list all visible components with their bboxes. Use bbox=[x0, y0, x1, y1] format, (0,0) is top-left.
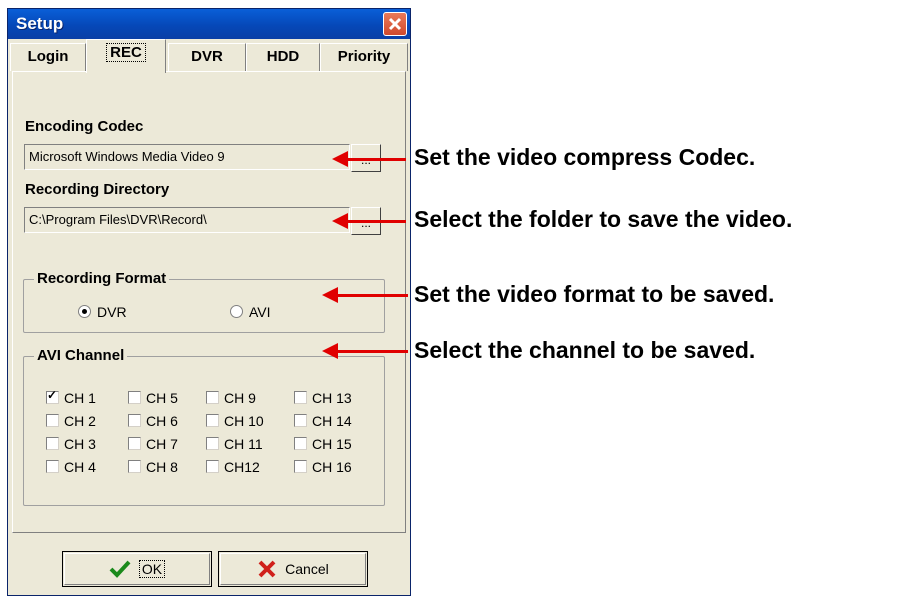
close-button[interactable] bbox=[383, 12, 407, 36]
checkbox-icon bbox=[128, 414, 141, 427]
ok-button-label: OK bbox=[138, 560, 166, 578]
recording-format-label: Recording Format bbox=[34, 270, 170, 287]
tab-hdd[interactable]: HDD bbox=[246, 43, 320, 71]
checkbox-ch6[interactable]: CH 6 bbox=[128, 413, 178, 429]
checkbox-icon bbox=[46, 414, 59, 427]
checkbox-icon bbox=[294, 460, 307, 473]
avi-channel-label: AVI Channel bbox=[34, 347, 128, 364]
checkbox-ch7[interactable]: CH 7 bbox=[128, 436, 178, 452]
tab-priority[interactable]: Priority bbox=[320, 43, 408, 71]
checkbox-ch1[interactable]: CH 1 bbox=[46, 388, 96, 406]
checkbox-icon bbox=[46, 437, 59, 450]
checkbox-ch11[interactable]: CH 11 bbox=[206, 436, 263, 452]
format-arrow-icon bbox=[322, 287, 408, 303]
avi-channel-group: AVI Channel CH 1 CH 5 CH 9 CH 13 CH 2 CH… bbox=[23, 347, 385, 506]
tab-strip: Login REC DVR HDD Priority bbox=[10, 39, 408, 73]
checkbox-ch10[interactable]: CH 10 bbox=[206, 413, 264, 429]
checkbox-ch2[interactable]: CH 2 bbox=[46, 413, 96, 429]
setup-dialog: Setup Login REC DVR HDD Priority Encodin… bbox=[7, 8, 411, 596]
cancel-x-icon bbox=[258, 560, 276, 578]
tab-dvr[interactable]: DVR bbox=[168, 43, 246, 71]
radio-unselected-icon bbox=[230, 305, 243, 318]
checkbox-icon bbox=[294, 391, 307, 404]
checkbox-icon bbox=[206, 437, 219, 450]
checkbox-ch9[interactable]: CH 9 bbox=[206, 390, 256, 406]
checkmark-icon bbox=[109, 560, 131, 578]
window-title: Setup bbox=[16, 14, 64, 33]
folder-arrow-icon bbox=[332, 213, 406, 229]
checkbox-icon bbox=[294, 437, 307, 450]
checkbox-ch3[interactable]: CH 3 bbox=[46, 436, 96, 452]
tab-login[interactable]: Login bbox=[10, 43, 86, 71]
cancel-button-content: Cancel bbox=[219, 560, 367, 578]
checkbox-icon bbox=[294, 414, 307, 427]
radio-selected-icon bbox=[78, 305, 91, 318]
checkbox-ch5[interactable]: CH 5 bbox=[128, 390, 178, 406]
codec-arrow-icon bbox=[332, 151, 406, 167]
radio-dvr[interactable]: DVR bbox=[78, 304, 127, 320]
title-bar: Setup bbox=[8, 9, 410, 39]
checkbox-ch15[interactable]: CH 15 bbox=[294, 436, 352, 452]
checkbox-icon bbox=[128, 460, 141, 473]
checkbox-ch8[interactable]: CH 8 bbox=[128, 459, 178, 475]
checkbox-checked-icon bbox=[46, 388, 59, 404]
encoding-codec-label: Encoding Codec bbox=[25, 118, 144, 135]
annotation-folder: Select the folder to save the video. bbox=[414, 206, 793, 232]
checkbox-icon bbox=[206, 414, 219, 427]
close-icon bbox=[388, 17, 402, 31]
recording-directory-field[interactable]: C:\Program Files\DVR\Record\ bbox=[24, 207, 350, 233]
checkbox-ch12[interactable]: CH12 bbox=[206, 459, 260, 475]
checkbox-ch4[interactable]: CH 4 bbox=[46, 459, 96, 475]
checkbox-icon bbox=[128, 391, 141, 404]
radio-avi[interactable]: AVI bbox=[230, 304, 271, 320]
cancel-button-label: Cancel bbox=[285, 561, 329, 577]
channel-arrow-icon bbox=[322, 343, 408, 359]
checkbox-ch16[interactable]: CH 16 bbox=[294, 459, 352, 475]
annotation-format: Set the video format to be saved. bbox=[414, 281, 775, 307]
encoding-codec-field[interactable]: Microsoft Windows Media Video 9 bbox=[24, 144, 350, 170]
tab-rec[interactable]: REC bbox=[86, 39, 166, 73]
annotation-codec: Set the video compress Codec. bbox=[414, 144, 756, 170]
checkbox-icon bbox=[128, 437, 141, 450]
checkbox-icon bbox=[206, 391, 219, 404]
checkbox-ch14[interactable]: CH 14 bbox=[294, 413, 352, 429]
checkbox-ch13[interactable]: CH 13 bbox=[294, 390, 352, 406]
annotation-channel: Select the channel to be saved. bbox=[414, 337, 756, 363]
ok-button-content: OK bbox=[63, 560, 211, 578]
recording-directory-label: Recording Directory bbox=[25, 181, 170, 198]
checkbox-icon bbox=[206, 460, 219, 473]
checkbox-icon bbox=[46, 460, 59, 473]
ok-button[interactable]: OK bbox=[62, 551, 212, 587]
cancel-button[interactable]: Cancel bbox=[218, 551, 368, 587]
